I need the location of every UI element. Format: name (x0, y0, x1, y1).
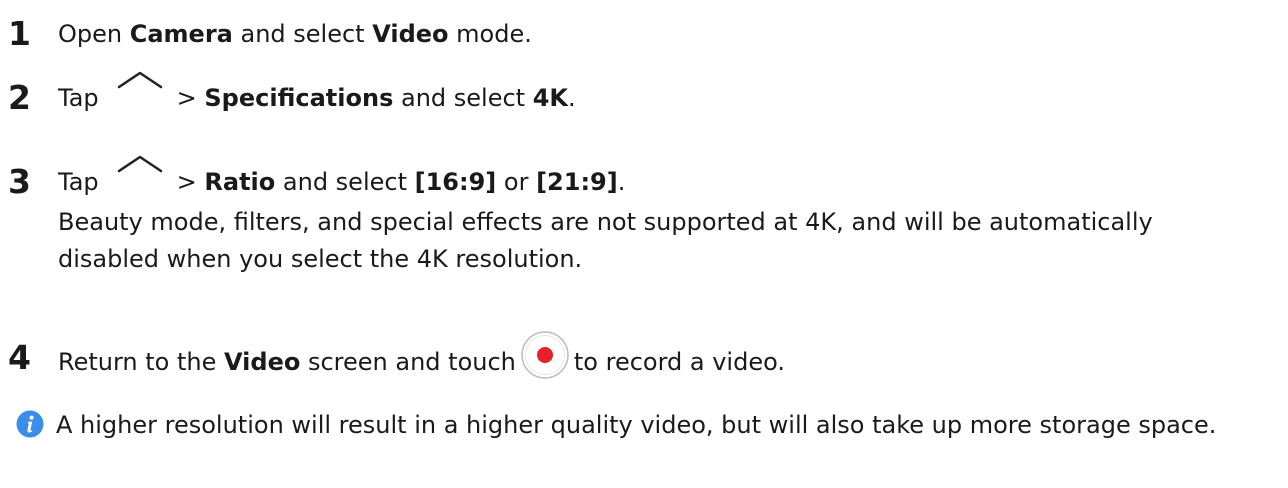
text-segment: . (617, 168, 626, 196)
step-2: 2 Tap > Specifications and select 4K. (8, 71, 576, 119)
text-segment: . (568, 84, 576, 112)
text-segment: and select (275, 168, 415, 196)
step-number: 3 (8, 162, 31, 201)
ratio-16-9-label: [16:9] (414, 168, 497, 196)
info-icon (16, 410, 44, 438)
text-segment: to record a video. (573, 348, 785, 376)
step-number: 1 (8, 14, 31, 53)
step-number: 2 (8, 78, 31, 117)
chevron-up-icon (113, 65, 167, 105)
ratio-21-9-label: [21:9] (536, 168, 618, 196)
text-segment: screen and touch (300, 348, 516, 376)
step-text: Open Camera and select Video mode. (58, 14, 532, 54)
text-segment: mode. (448, 20, 532, 48)
step-text: Tap > Ratio and select [16:9] or [21:9]. (58, 155, 1228, 203)
step-text: Tap > Specifications and select 4K. (58, 71, 576, 119)
ratio-label: Ratio (204, 168, 276, 196)
camera-label: Camera (129, 20, 233, 48)
step-content: Tap > Ratio and select [16:9] or [21:9]. … (58, 155, 1228, 278)
record-button-icon (520, 330, 570, 380)
step-text: Return to the Video screen and touch to r… (58, 331, 785, 388)
step-description: Beauty mode, filters, and special effect… (58, 208, 1153, 273)
video-label: Video (224, 348, 301, 376)
note: A higher resolution will result in a hig… (16, 405, 1286, 445)
step-1: 1 Open Camera and select Video mode. (8, 14, 532, 54)
text-segment: Return to the (58, 348, 225, 376)
text-segment: Tap (58, 168, 99, 196)
instructions-page: 1 Open Camera and select Video mode. 2 T… (0, 0, 1288, 488)
note-text: A higher resolution will result in a hig… (56, 411, 1217, 439)
step-number: 4 (8, 338, 31, 377)
text-segment: > (176, 84, 205, 112)
video-label: Video (372, 20, 449, 48)
step-4: 4 Return to the Video screen and touch to… (8, 331, 785, 388)
text-segment: Tap (58, 84, 99, 112)
4k-label: 4K (532, 84, 569, 112)
text-segment: and select (232, 20, 373, 48)
specifications-label: Specifications (204, 84, 394, 112)
text-segment: > (176, 168, 205, 196)
step-3: 3 Tap > Ratio and select [16:9] or [21:9]… (8, 155, 1228, 278)
text-segment: or (496, 168, 537, 196)
text-segment: Open (58, 20, 130, 48)
chevron-up-icon (113, 149, 167, 189)
text-segment: and select (393, 84, 533, 112)
